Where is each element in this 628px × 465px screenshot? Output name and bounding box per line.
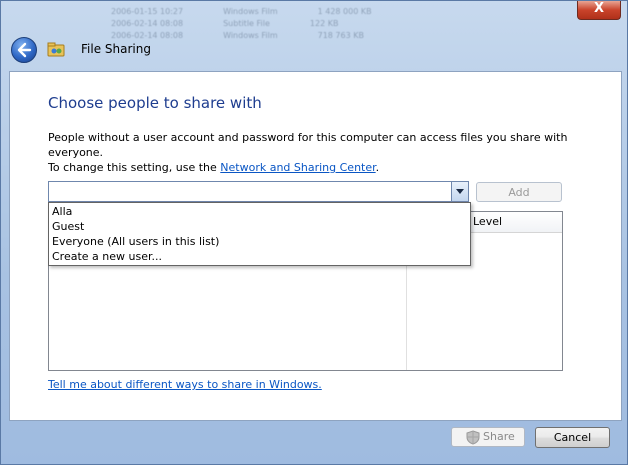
description: People without a user account and passwo… <box>48 130 608 175</box>
cancel-button[interactable]: Cancel <box>535 427 610 448</box>
column-header-level[interactable]: Level <box>473 215 502 228</box>
description-suffix: . <box>375 161 380 174</box>
file-sharing-icon <box>47 42 65 57</box>
dropdown-option-create-user[interactable]: Create a new user... <box>52 250 162 264</box>
share-button[interactable]: Share <box>451 427 525 447</box>
close-icon: X <box>593 1 605 16</box>
combo-dropdown-button[interactable] <box>451 182 468 201</box>
close-button[interactable]: X <box>577 1 621 20</box>
back-button[interactable] <box>11 37 37 63</box>
dropdown-option-guest[interactable]: Guest <box>52 220 84 234</box>
dropdown-option-alla[interactable]: Alla <box>52 205 72 219</box>
background-blur: 2006-01-15 10:27 Windows Film 1 428 000 KB… <box>111 7 372 40</box>
description-line-2: To change this setting, use the Network … <box>48 160 608 175</box>
chevron-down-icon <box>456 189 464 194</box>
dropdown-option-everyone[interactable]: Everyone (All users in this list) <box>52 235 219 249</box>
description-line-1: People without a user account and passwo… <box>48 131 568 159</box>
share-label: Share <box>483 430 515 443</box>
page-heading: Choose people to share with <box>48 94 262 112</box>
network-sharing-center-link[interactable]: Network and Sharing Center <box>220 161 375 174</box>
content-panel: Choose people to share with People witho… <box>9 71 622 421</box>
people-dropdown-list: Alla Guest Everyone (All users in this l… <box>48 202 471 266</box>
back-arrow-icon <box>17 42 32 58</box>
help-link[interactable]: Tell me about different ways to share in… <box>48 378 322 391</box>
uac-shield-icon <box>466 430 480 445</box>
window-frame: 2006-01-15 10:27 Windows Film 1 428 000 KB… <box>0 0 628 465</box>
people-combobox[interactable] <box>48 181 469 202</box>
description-prefix: To change this setting, use the <box>48 161 221 174</box>
window-title: File Sharing <box>81 42 151 56</box>
add-button[interactable]: Add <box>476 182 562 202</box>
